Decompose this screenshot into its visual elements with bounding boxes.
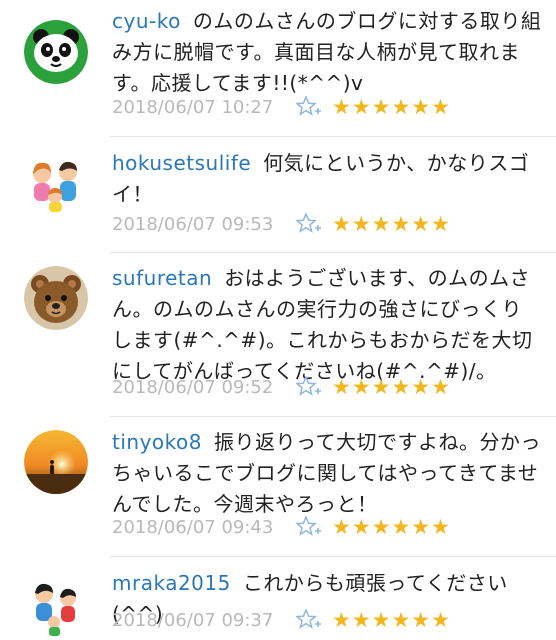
comment-meta: 2018/06/07 09:52 ★★★★★★ — [112, 374, 451, 400]
username-link[interactable]: mraka2015 — [112, 571, 231, 595]
comment-meta: 2018/06/07 09:53 ★★★★★★ — [112, 211, 451, 237]
comment-body: cyu-ko のムのムさんのブログに対する取り組み方に脱帽です。真面目な人柄が見て… — [112, 6, 542, 99]
divider — [110, 416, 556, 417]
add-star-icon[interactable] — [295, 375, 322, 398]
teddy-bear-avatar-icon[interactable] — [24, 266, 88, 330]
sunset-avatar-icon[interactable] — [24, 430, 88, 494]
comment-body: sufuretan おはようございます、のムのムさん。のムのムさんの実行力の強さに… — [112, 263, 542, 387]
timestamp: 2018/06/07 10:27 — [112, 96, 274, 118]
family-avatar-icon[interactable] — [24, 152, 88, 216]
add-star-icon[interactable] — [295, 608, 322, 631]
divider — [110, 556, 556, 557]
timestamp: 2018/06/07 09:43 — [112, 516, 274, 538]
timestamp: 2018/06/07 09:52 — [112, 376, 274, 398]
add-star-icon[interactable] — [295, 95, 322, 118]
add-star-icon[interactable] — [295, 515, 322, 538]
username-link[interactable]: sufuretan — [112, 266, 212, 290]
timestamp: 2018/06/07 09:53 — [112, 213, 274, 235]
people-avatar-icon[interactable] — [24, 574, 88, 638]
star-rating: ★★★★★★ — [332, 95, 451, 119]
username-link[interactable]: hokusetsulife — [112, 151, 251, 175]
username-link[interactable]: tinyoko8 — [112, 430, 202, 454]
star-rating: ★★★★★★ — [332, 515, 451, 539]
timestamp: 2018/06/07 09:37 — [112, 609, 274, 631]
comment-body: tinyoko8 振り返りって大切ですよね。分かっちゃいるこでブログに関してはやっ… — [112, 427, 542, 520]
add-star-icon[interactable] — [295, 212, 322, 235]
star-rating: ★★★★★★ — [332, 212, 451, 236]
comment-body: hokusetsulife 何気にというか、かなりスゴイ！ — [112, 148, 542, 210]
comment-meta: 2018/06/07 09:37 ★★★★★★ — [112, 607, 451, 633]
divider — [110, 136, 556, 137]
panda-avatar-icon[interactable] — [24, 20, 88, 84]
username-link[interactable]: cyu-ko — [112, 9, 181, 33]
divider — [110, 252, 556, 253]
star-rating: ★★★★★★ — [332, 608, 451, 632]
comment-meta: 2018/06/07 10:27 ★★★★★★ — [112, 94, 451, 120]
star-rating: ★★★★★★ — [332, 375, 451, 399]
comment-meta: 2018/06/07 09:43 ★★★★★★ — [112, 514, 451, 540]
